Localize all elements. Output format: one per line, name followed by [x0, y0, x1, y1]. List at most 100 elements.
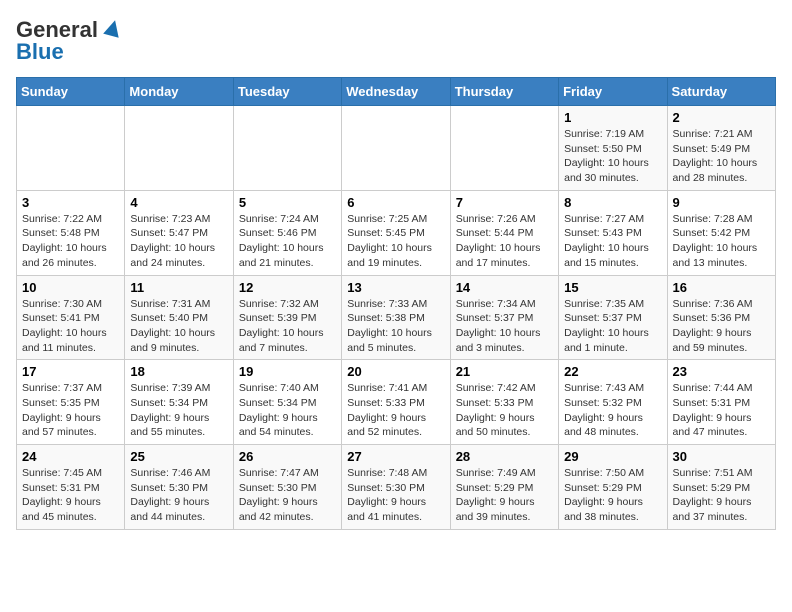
calendar-cell: 13 Sunrise: 7:33 AM Sunset: 5:38 PM Dayli… — [342, 275, 450, 360]
day-info: Sunrise: 7:36 AM Sunset: 5:36 PM Dayligh… — [673, 297, 770, 356]
day-number: 6 — [347, 195, 444, 210]
day-info: Sunrise: 7:35 AM Sunset: 5:37 PM Dayligh… — [564, 297, 661, 356]
day-info: Sunrise: 7:27 AM Sunset: 5:43 PM Dayligh… — [564, 212, 661, 271]
calendar-cell: 23 Sunrise: 7:44 AM Sunset: 5:31 PM Dayli… — [667, 360, 775, 445]
day-number: 27 — [347, 449, 444, 464]
calendar-week-row: 10 Sunrise: 7:30 AM Sunset: 5:41 PM Dayli… — [17, 275, 776, 360]
calendar-cell: 14 Sunrise: 7:34 AM Sunset: 5:37 PM Dayli… — [450, 275, 558, 360]
day-number: 21 — [456, 364, 553, 379]
calendar-cell: 12 Sunrise: 7:32 AM Sunset: 5:39 PM Dayli… — [233, 275, 341, 360]
calendar-week-row: 24Sunrise: 7:45 AM Sunset: 5:31 PM Dayli… — [17, 445, 776, 530]
day-info: Sunrise: 7:43 AM Sunset: 5:32 PM Dayligh… — [564, 381, 661, 440]
day-info: Sunrise: 7:31 AM Sunset: 5:40 PM Dayligh… — [130, 297, 227, 356]
col-header-sunday: Sunday — [17, 78, 125, 106]
calendar-cell — [233, 106, 341, 191]
day-info: Sunrise: 7:34 AM Sunset: 5:37 PM Dayligh… — [456, 297, 553, 356]
day-info: Sunrise: 7:25 AM Sunset: 5:45 PM Dayligh… — [347, 212, 444, 271]
calendar-cell: 8 Sunrise: 7:27 AM Sunset: 5:43 PM Daylig… — [559, 190, 667, 275]
day-info: Sunrise: 7:51 AM Sunset: 5:29 PM Dayligh… — [673, 466, 770, 525]
day-info: Sunrise: 7:30 AM Sunset: 5:41 PM Dayligh… — [22, 297, 119, 356]
calendar-cell: 6 Sunrise: 7:25 AM Sunset: 5:45 PM Daylig… — [342, 190, 450, 275]
day-info: Sunrise: 7:28 AM Sunset: 5:42 PM Dayligh… — [673, 212, 770, 271]
day-info: Sunrise: 7:42 AM Sunset: 5:33 PM Dayligh… — [456, 381, 553, 440]
day-number: 13 — [347, 280, 444, 295]
calendar-cell: 20 Sunrise: 7:41 AM Sunset: 5:33 PM Dayli… — [342, 360, 450, 445]
day-number: 12 — [239, 280, 336, 295]
calendar-cell: 25 Sunrise: 7:46 AM Sunset: 5:30 PM Dayli… — [125, 445, 233, 530]
day-number: 9 — [673, 195, 770, 210]
day-number: 22 — [564, 364, 661, 379]
calendar-week-row: 1 Sunrise: 7:19 AM Sunset: 5:50 PM Daylig… — [17, 106, 776, 191]
calendar-cell: 10 Sunrise: 7:30 AM Sunset: 5:41 PM Dayli… — [17, 275, 125, 360]
day-info: Sunrise: 7:21 AM Sunset: 5:49 PM Dayligh… — [673, 127, 770, 186]
calendar-cell: 19 Sunrise: 7:40 AM Sunset: 5:34 PM Dayli… — [233, 360, 341, 445]
day-info: Sunrise: 7:32 AM Sunset: 5:39 PM Dayligh… — [239, 297, 336, 356]
day-number: 20 — [347, 364, 444, 379]
calendar-cell: 30 Sunrise: 7:51 AM Sunset: 5:29 PM Dayli… — [667, 445, 775, 530]
day-number: 1 — [564, 110, 661, 125]
calendar-week-row: 3 Sunrise: 7:22 AM Sunset: 5:48 PM Daylig… — [17, 190, 776, 275]
calendar-cell — [450, 106, 558, 191]
calendar-cell — [342, 106, 450, 191]
day-info: Sunrise: 7:33 AM Sunset: 5:38 PM Dayligh… — [347, 297, 444, 356]
calendar-cell: 27 Sunrise: 7:48 AM Sunset: 5:30 PM Dayli… — [342, 445, 450, 530]
logo-blue-text: Blue — [16, 39, 64, 65]
day-number: 5 — [239, 195, 336, 210]
calendar-cell: 15Sunrise: 7:35 AM Sunset: 5:37 PM Dayli… — [559, 275, 667, 360]
day-number: 19 — [239, 364, 336, 379]
calendar-cell: 18Sunrise: 7:39 AM Sunset: 5:34 PM Dayli… — [125, 360, 233, 445]
day-number: 14 — [456, 280, 553, 295]
col-header-saturday: Saturday — [667, 78, 775, 106]
day-info: Sunrise: 7:24 AM Sunset: 5:46 PM Dayligh… — [239, 212, 336, 271]
calendar-cell — [17, 106, 125, 191]
day-number: 2 — [673, 110, 770, 125]
calendar-cell: 17 Sunrise: 7:37 AM Sunset: 5:35 PM Dayli… — [17, 360, 125, 445]
day-number: 4 — [130, 195, 227, 210]
calendar-cell: 4 Sunrise: 7:23 AM Sunset: 5:47 PM Daylig… — [125, 190, 233, 275]
calendar-cell: 28 Sunrise: 7:49 AM Sunset: 5:29 PM Dayli… — [450, 445, 558, 530]
day-info: Sunrise: 7:22 AM Sunset: 5:48 PM Dayligh… — [22, 212, 119, 271]
day-number: 7 — [456, 195, 553, 210]
day-info: Sunrise: 7:19 AM Sunset: 5:50 PM Dayligh… — [564, 127, 661, 186]
day-info: Sunrise: 7:23 AM Sunset: 5:47 PM Dayligh… — [130, 212, 227, 271]
day-number: 28 — [456, 449, 553, 464]
calendar-header-row: SundayMondayTuesdayWednesdayThursdayFrid… — [17, 78, 776, 106]
col-header-friday: Friday — [559, 78, 667, 106]
day-info: Sunrise: 7:47 AM Sunset: 5:30 PM Dayligh… — [239, 466, 336, 525]
calendar-cell: 5 Sunrise: 7:24 AM Sunset: 5:46 PM Daylig… — [233, 190, 341, 275]
day-info: Sunrise: 7:50 AM Sunset: 5:29 PM Dayligh… — [564, 466, 661, 525]
col-header-tuesday: Tuesday — [233, 78, 341, 106]
day-number: 10 — [22, 280, 119, 295]
calendar-cell: 26 Sunrise: 7:47 AM Sunset: 5:30 PM Dayli… — [233, 445, 341, 530]
calendar-cell: 29Sunrise: 7:50 AM Sunset: 5:29 PM Dayli… — [559, 445, 667, 530]
day-number: 30 — [673, 449, 770, 464]
day-number: 26 — [239, 449, 336, 464]
calendar-cell: 3 Sunrise: 7:22 AM Sunset: 5:48 PM Daylig… — [17, 190, 125, 275]
day-info: Sunrise: 7:40 AM Sunset: 5:34 PM Dayligh… — [239, 381, 336, 440]
logo: General Blue — [16, 16, 123, 65]
calendar-cell: 1 Sunrise: 7:19 AM Sunset: 5:50 PM Daylig… — [559, 106, 667, 191]
day-number: 17 — [22, 364, 119, 379]
calendar-cell: 9 Sunrise: 7:28 AM Sunset: 5:42 PM Daylig… — [667, 190, 775, 275]
day-number: 25 — [130, 449, 227, 464]
day-info: Sunrise: 7:41 AM Sunset: 5:33 PM Dayligh… — [347, 381, 444, 440]
calendar-cell: 22 Sunrise: 7:43 AM Sunset: 5:32 PM Dayli… — [559, 360, 667, 445]
day-number: 11 — [130, 280, 227, 295]
col-header-wednesday: Wednesday — [342, 78, 450, 106]
calendar-cell: 11 Sunrise: 7:31 AM Sunset: 5:40 PM Dayli… — [125, 275, 233, 360]
day-number: 18 — [130, 364, 227, 379]
day-number: 3 — [22, 195, 119, 210]
day-number: 23 — [673, 364, 770, 379]
calendar-cell — [125, 106, 233, 191]
calendar-table: SundayMondayTuesdayWednesdayThursdayFrid… — [16, 77, 776, 530]
day-info: Sunrise: 7:49 AM Sunset: 5:29 PM Dayligh… — [456, 466, 553, 525]
day-info: Sunrise: 7:37 AM Sunset: 5:35 PM Dayligh… — [22, 381, 119, 440]
day-info: Sunrise: 7:48 AM Sunset: 5:30 PM Dayligh… — [347, 466, 444, 525]
day-number: 8 — [564, 195, 661, 210]
day-info: Sunrise: 7:46 AM Sunset: 5:30 PM Dayligh… — [130, 466, 227, 525]
calendar-cell: 21 Sunrise: 7:42 AM Sunset: 5:33 PM Dayli… — [450, 360, 558, 445]
calendar-cell: 7Sunrise: 7:26 AM Sunset: 5:44 PM Daylig… — [450, 190, 558, 275]
day-info: Sunrise: 7:44 AM Sunset: 5:31 PM Dayligh… — [673, 381, 770, 440]
calendar-cell: 2 Sunrise: 7:21 AM Sunset: 5:49 PM Daylig… — [667, 106, 775, 191]
col-header-thursday: Thursday — [450, 78, 558, 106]
